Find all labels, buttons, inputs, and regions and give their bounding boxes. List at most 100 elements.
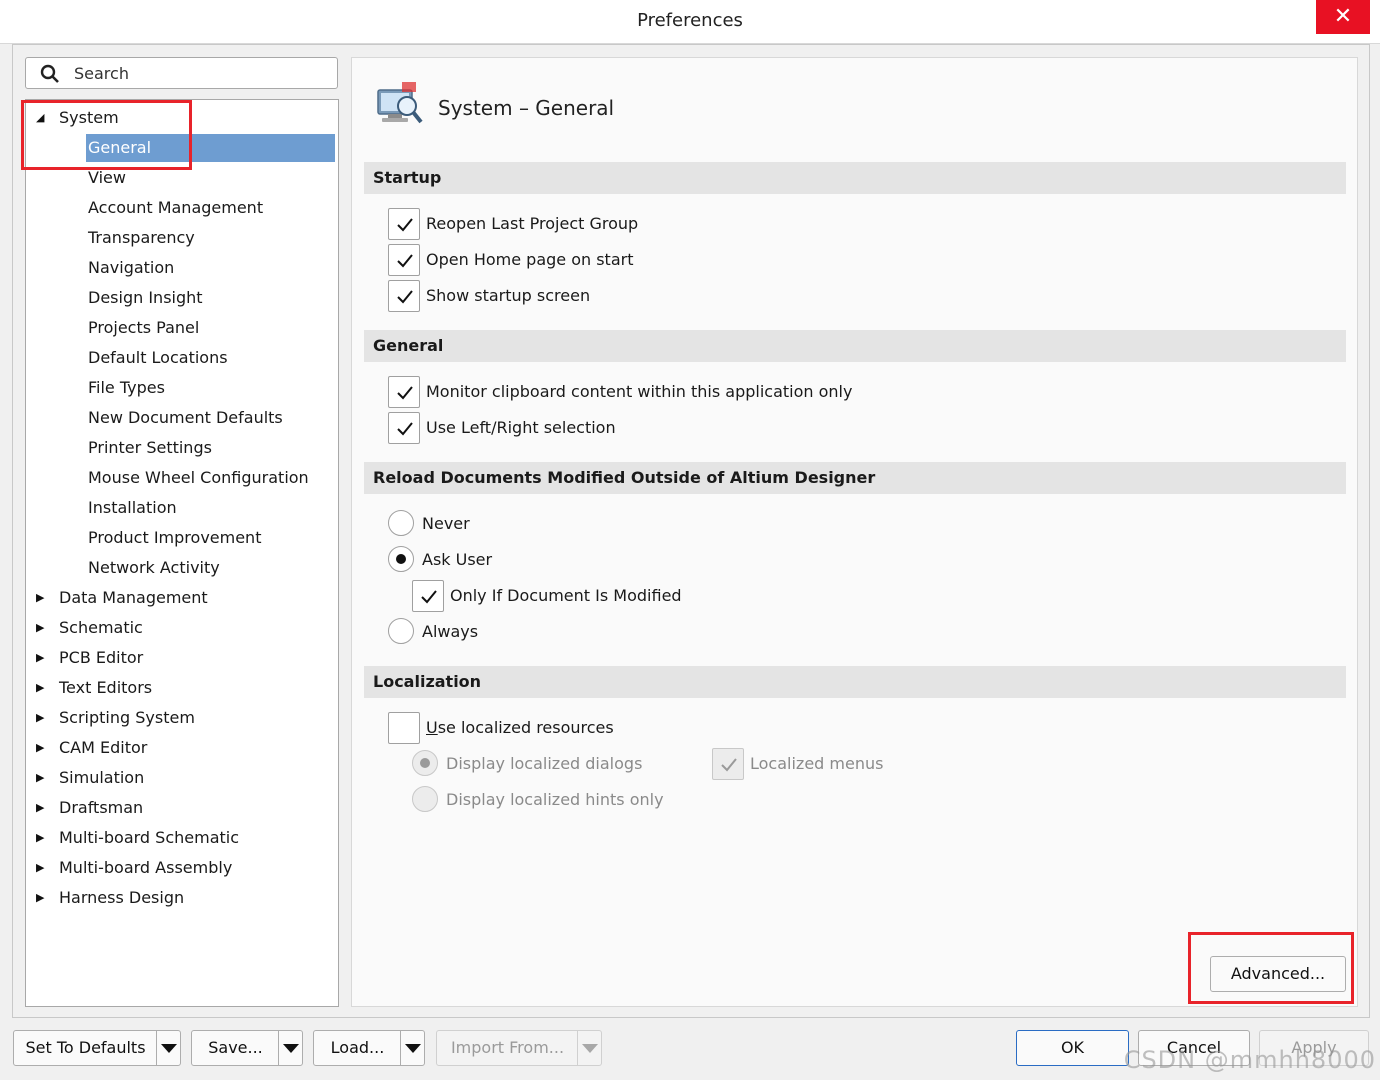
- collapsed-arrow-icon[interactable]: ▶: [36, 853, 52, 883]
- checkmark-icon: [397, 290, 413, 304]
- option-label: Localized menus: [750, 754, 884, 773]
- option-label: Show startup screen: [426, 286, 591, 305]
- highlight-box-advanced: [1188, 932, 1354, 1004]
- tree-item-label: Projects Panel: [88, 318, 200, 337]
- tree-item-label: Simulation: [59, 768, 145, 787]
- checkmark-icon: [397, 386, 413, 400]
- load-dropdown-icon[interactable]: [400, 1031, 424, 1065]
- tree-item-label: Multi-board Schematic: [59, 828, 240, 847]
- option-label: Open Home page on start: [426, 250, 634, 269]
- load-split-button[interactable]: Load...: [313, 1030, 425, 1066]
- tree-item-label: Design Insight: [88, 288, 203, 307]
- option-label: Use Left/Right selection: [426, 418, 616, 437]
- option-label-rest: se localized resources: [437, 718, 614, 737]
- collapsed-arrow-icon[interactable]: ▶: [36, 883, 52, 913]
- reload-always-radio[interactable]: [388, 618, 414, 644]
- open-home-page-checkbox[interactable]: [388, 244, 420, 276]
- option-label: Ask User: [422, 550, 493, 569]
- system-monitor-icon: [377, 82, 423, 124]
- only-if-modified-checkbox[interactable]: [412, 580, 444, 612]
- tree-item-label: Transparency: [88, 228, 195, 247]
- close-button[interactable]: ✕: [1316, 0, 1370, 34]
- checkmark-icon: [421, 590, 437, 604]
- save-split-button[interactable]: Save...: [191, 1030, 303, 1066]
- tree-item-label: Text Editors: [59, 678, 153, 697]
- collapsed-arrow-icon[interactable]: ▶: [36, 673, 52, 703]
- window-title: Preferences: [637, 10, 743, 31]
- collapsed-arrow-icon[interactable]: ▶: [36, 643, 52, 673]
- ok-button[interactable]: OK: [1016, 1030, 1129, 1066]
- show-startup-screen-checkbox[interactable]: [388, 280, 420, 312]
- localized-menus-checkbox: [712, 748, 744, 780]
- settings-panel: System – General Startup Reopen Last Pro…: [351, 57, 1358, 1007]
- tree-item-label: Mouse Wheel Configuration: [88, 468, 309, 487]
- tree-item-label: Multi-board Assembly: [59, 858, 233, 877]
- collapsed-arrow-icon[interactable]: ▶: [36, 823, 52, 853]
- display-localized-hints-radio: [412, 786, 438, 812]
- section-header-localization: Localization: [364, 666, 1346, 698]
- title-bar: Preferences ✕: [0, 0, 1380, 44]
- tree-item-label: Account Management: [88, 198, 264, 217]
- save-button[interactable]: Save...: [192, 1031, 279, 1065]
- section-header-startup: Startup: [364, 162, 1346, 194]
- option-label: Display localized hints only: [446, 790, 664, 809]
- reload-ask-user-radio[interactable]: [388, 546, 414, 572]
- option-label: Reopen Last Project Group: [426, 214, 639, 233]
- collapsed-arrow-icon[interactable]: ▶: [36, 703, 52, 733]
- radio-dot: [420, 758, 430, 768]
- tree-item-label: Scripting System: [59, 708, 195, 727]
- preferences-dialog: ◢ System GeneralViewAccount ManagementTr…: [12, 44, 1370, 1018]
- checkmark-icon: [397, 218, 413, 232]
- import-from-split-button: Import From...: [436, 1030, 602, 1066]
- highlight-box-system-general: [21, 100, 192, 170]
- checkmark-icon: [397, 254, 413, 268]
- reload-never-radio[interactable]: [388, 510, 414, 536]
- set-to-defaults-dropdown-icon[interactable]: [156, 1031, 180, 1065]
- option-label: Display localized dialogs: [446, 754, 643, 773]
- reopen-last-project-group-checkbox[interactable]: [388, 208, 420, 240]
- tree-item-label: File Types: [88, 378, 165, 397]
- monitor-clipboard-checkbox[interactable]: [388, 376, 420, 408]
- import-from-button: Import From...: [450, 1038, 565, 1057]
- tree-item-label: New Document Defaults: [88, 408, 283, 427]
- tree-item-label: Printer Settings: [88, 438, 212, 457]
- tree-item-label: Network Activity: [88, 558, 220, 577]
- page-title: System – General: [438, 96, 615, 120]
- display-localized-dialogs-radio: [412, 750, 438, 776]
- tree-item-label: Navigation: [88, 258, 175, 277]
- set-to-defaults-button[interactable]: Set To Defaults: [14, 1031, 157, 1065]
- option-label: Monitor clipboard content within this ap…: [426, 382, 853, 401]
- section-header-reload: Reload Documents Modified Outside of Alt…: [364, 462, 1346, 494]
- load-button[interactable]: Load...: [314, 1031, 401, 1065]
- import-from-dropdown-icon: [577, 1031, 601, 1065]
- collapsed-arrow-icon[interactable]: ▶: [36, 733, 52, 763]
- save-dropdown-icon[interactable]: [278, 1031, 302, 1065]
- tree-item-label: Draftsman: [59, 798, 144, 817]
- option-label: Never: [422, 514, 470, 533]
- tree-item-label: Installation: [88, 498, 177, 517]
- collapsed-arrow-icon[interactable]: ▶: [36, 583, 52, 613]
- left-right-selection-checkbox[interactable]: [388, 412, 420, 444]
- option-label: Only If Document Is Modified: [450, 586, 682, 605]
- set-to-defaults-split-button[interactable]: Set To Defaults: [13, 1030, 181, 1066]
- collapsed-arrow-icon[interactable]: ▶: [36, 793, 52, 823]
- option-label: Use localized resources: [426, 713, 614, 743]
- collapsed-arrow-icon[interactable]: ▶: [36, 763, 52, 793]
- watermark: CSDN @mmhh8000: [1123, 1046, 1376, 1074]
- section-header-general: General: [364, 330, 1346, 362]
- collapsed-arrow-icon[interactable]: ▶: [36, 613, 52, 643]
- checkmark-icon: [721, 758, 737, 772]
- tree-item-label: CAM Editor: [59, 738, 148, 757]
- radio-dot: [396, 554, 406, 564]
- search-box[interactable]: [25, 57, 338, 89]
- search-input[interactable]: [72, 61, 327, 85]
- checkmark-icon: [397, 422, 413, 436]
- tree-item-label: PCB Editor: [59, 648, 144, 667]
- tree-item-label: Default Locations: [88, 348, 228, 367]
- preferences-tree: ◢ System General View Account Management Tr…: [25, 99, 339, 1007]
- tree-item-label: Product Improvement: [88, 528, 262, 547]
- option-label: Always: [422, 622, 479, 641]
- accelerator-key: U: [426, 718, 438, 737]
- tree-item-label: Data Management: [59, 588, 208, 607]
- use-localized-resources-checkbox[interactable]: [388, 712, 420, 744]
